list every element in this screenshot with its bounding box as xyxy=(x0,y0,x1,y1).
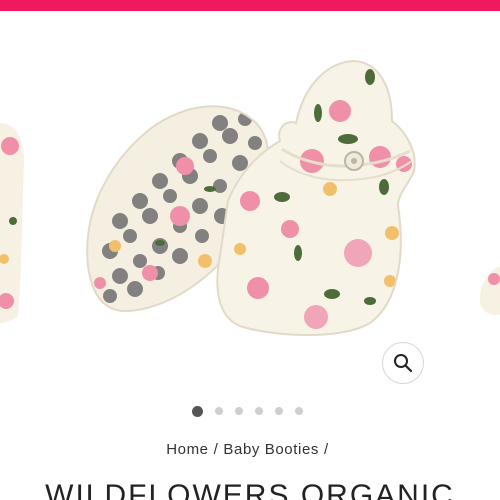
breadcrumb-category-link[interactable]: Baby Booties xyxy=(223,441,319,458)
zoom-button[interactable] xyxy=(382,342,424,384)
breadcrumb-home-link[interactable]: Home xyxy=(166,441,208,458)
breadcrumb: Home / Baby Booties / xyxy=(0,441,500,458)
top-banner xyxy=(0,0,500,11)
previous-slide-peek xyxy=(0,123,24,323)
bootie-upright xyxy=(216,59,416,336)
slide-dot-3[interactable] xyxy=(234,407,243,415)
slide-dot-5[interactable] xyxy=(274,407,283,415)
product-image xyxy=(0,59,500,336)
slide-dot-6[interactable] xyxy=(294,407,303,415)
search-icon xyxy=(394,354,413,373)
breadcrumb-separator: / xyxy=(213,441,219,458)
slide-indicator xyxy=(0,404,500,418)
product-title: WILDFLOWERS ORGANIC xyxy=(45,479,455,500)
slide-dot-1[interactable] xyxy=(191,405,203,417)
breadcrumb-separator: / xyxy=(324,441,329,458)
slide-dot-4[interactable] xyxy=(254,407,263,415)
next-slide-peek xyxy=(479,266,500,315)
product-page: Home / Baby Booties / WILDFLOWERS ORGANIC xyxy=(0,0,500,500)
slide-dot-2[interactable] xyxy=(214,407,223,415)
product-image-gallery[interactable] xyxy=(0,11,500,391)
